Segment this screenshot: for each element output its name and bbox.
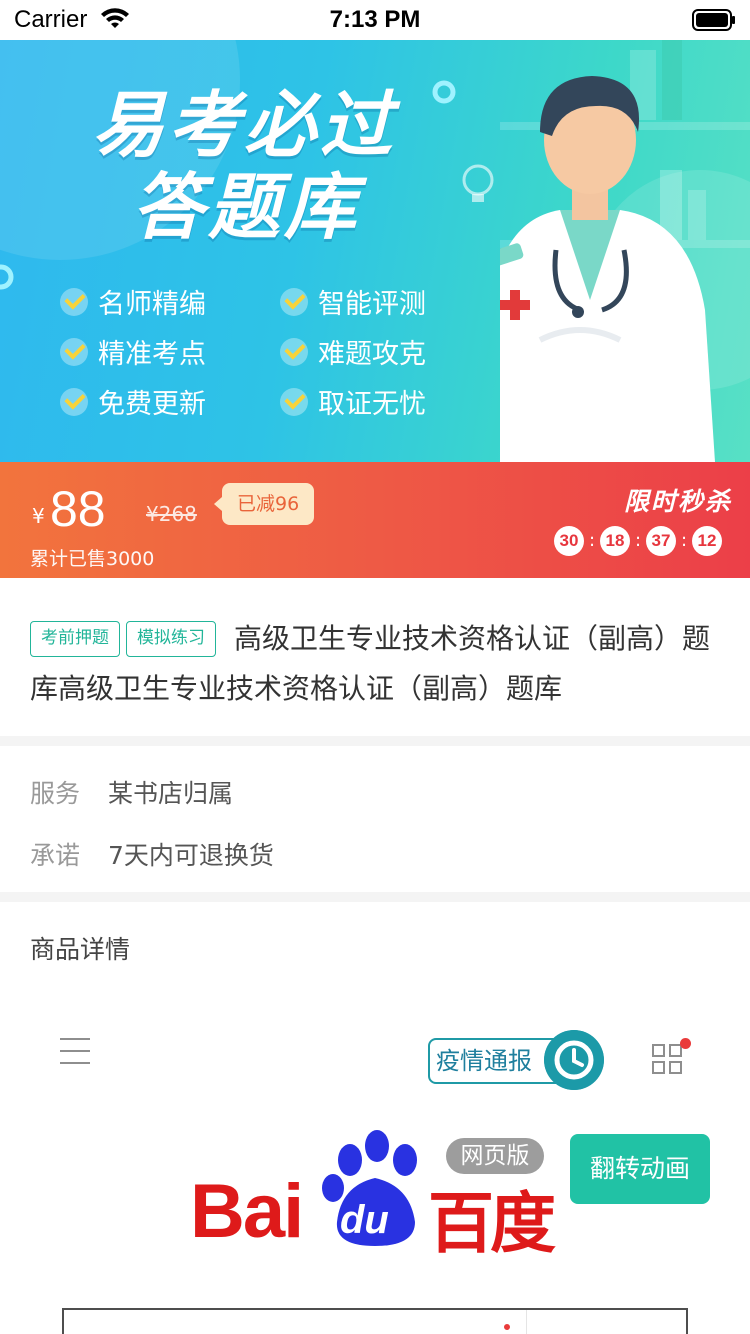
current-price: 88 xyxy=(50,481,106,537)
feature-item: 名师精编 xyxy=(60,282,206,321)
service-info: 服务 某书店归属 承诺 7天内可退换货 xyxy=(0,746,750,892)
check-icon xyxy=(60,387,88,416)
countdown-days: 30 xyxy=(554,526,584,556)
original-price: ¥268 xyxy=(146,502,197,526)
details-heading: 商品详情 xyxy=(30,935,131,964)
promise-label: 承诺 xyxy=(30,841,81,870)
apps-grid-icon[interactable] xyxy=(652,1044,684,1076)
status-bar: Carrier 7:13 PM xyxy=(0,0,750,40)
tag-exam-prediction: 考前押题 xyxy=(30,621,120,657)
feature-item: 智能评测 xyxy=(280,282,426,321)
countdown-hours: 18 xyxy=(600,526,630,556)
countdown-separator: : xyxy=(680,530,688,551)
search-divider xyxy=(526,1310,527,1334)
feature-item: 精准考点 xyxy=(60,332,206,371)
lightbulb-icon xyxy=(462,164,494,202)
service-value: 某书店归属 xyxy=(108,779,234,808)
discount-badge: 已减96 xyxy=(213,483,315,525)
search-input[interactable] xyxy=(62,1308,688,1334)
logo-text-bai: Bai xyxy=(190,1169,304,1254)
flip-animation-button[interactable]: 翻转动画 xyxy=(570,1134,710,1204)
countdown-minutes: 37 xyxy=(646,526,676,556)
flash-sale-label: 限时秒杀 xyxy=(623,487,732,516)
notification-dot xyxy=(680,1038,691,1049)
clock: 7:13 PM xyxy=(329,6,421,33)
flash-sale-bar: ¥ 88 ¥268 已减96 累计已售3000 限时秒杀 30 : 18 : 3… xyxy=(0,462,750,578)
feature-item: 免费更新 xyxy=(60,382,206,421)
currency-symbol: ¥ xyxy=(32,504,45,528)
countdown-separator: : xyxy=(588,530,596,551)
section-divider xyxy=(0,892,750,902)
logo-text-baidu-cn: 百度 xyxy=(428,1185,556,1262)
decoration-dot xyxy=(0,264,14,290)
promise-row: 承诺 7天内可退换货 xyxy=(30,836,274,872)
product-banner: 易考必过 答题库 名师精编 智能评测 精准考点 难题攻克 免费更新 取证无忧 xyxy=(0,40,750,462)
doctor-illustration xyxy=(500,40,750,462)
service-label: 服务 xyxy=(30,779,81,808)
banner-title: 易考必过 答题库 xyxy=(92,84,396,248)
logo-text-du: du xyxy=(340,1198,389,1242)
countdown-separator: : xyxy=(634,530,642,551)
notification-dot xyxy=(504,1324,510,1330)
countdown-seconds: 12 xyxy=(692,526,722,556)
feature-item: 取证无忧 xyxy=(280,382,426,421)
decoration-dot xyxy=(432,80,456,104)
check-icon xyxy=(60,287,88,316)
banner-title-line2: 答题库 xyxy=(132,165,361,249)
check-icon xyxy=(280,387,308,416)
clock-icon xyxy=(544,1030,604,1090)
section-divider xyxy=(0,736,750,746)
promise-value: 7天内可退换货 xyxy=(108,841,274,870)
web-version-badge: 网页版 xyxy=(446,1138,544,1174)
product-title-block: 考前押题 模拟练习 高级卫生专业技术资格认证（副高）题库高级卫生专业技术资格认证（副… xyxy=(0,578,750,736)
menu-icon[interactable] xyxy=(60,1038,90,1074)
feature-item: 难题攻克 xyxy=(280,332,426,371)
banner-title-line1: 易考必过 xyxy=(92,83,397,167)
check-icon xyxy=(280,337,308,366)
check-icon xyxy=(280,287,308,316)
product-title: 考前押题 模拟练习 高级卫生专业技术资格认证（副高）题库高级卫生专业技术资格认证（副… xyxy=(30,614,720,714)
tag-mock-practice: 模拟练习 xyxy=(126,621,216,657)
countdown-timer: 30 : 18 : 37 : 12 xyxy=(554,526,722,556)
check-icon xyxy=(60,337,88,366)
service-row: 服务 某书店归属 xyxy=(30,774,233,810)
battery-icon xyxy=(692,9,735,31)
sold-count: 累计已售3000 xyxy=(30,548,155,570)
